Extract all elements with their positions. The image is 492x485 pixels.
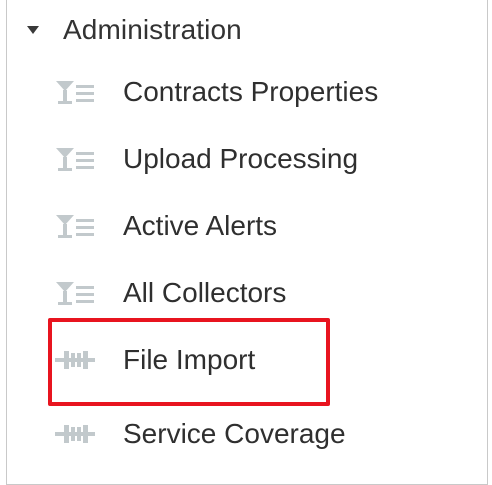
nav-item-label: Active Alerts <box>123 210 278 241</box>
report-list-icon <box>51 77 99 107</box>
section-title: Administration <box>63 14 242 45</box>
report-list-icon <box>51 144 99 174</box>
nav-item-label: Upload Processing <box>123 143 359 174</box>
caret-down-icon[interactable] <box>27 26 39 34</box>
highlight-annotation-box <box>48 318 330 406</box>
plugin-connector-icon <box>51 419 99 449</box>
nav-item-label: All Collectors <box>123 277 287 308</box>
report-list-icon <box>51 278 99 308</box>
navigation-panel: Administration Contracts Properties Uplo… <box>6 0 488 485</box>
nav-item-label: Service Coverage <box>123 418 346 449</box>
nav-item-active-alerts[interactable]: Active Alerts <box>51 204 277 248</box>
nav-item-upload-processing[interactable]: Upload Processing <box>51 137 358 181</box>
nav-item-all-collectors[interactable]: All Collectors <box>51 271 286 315</box>
nav-item-label: Contracts Properties <box>123 76 379 107</box>
nav-item-contracts-properties[interactable]: Contracts Properties <box>51 70 378 114</box>
nav-item-service-coverage[interactable]: Service Coverage <box>51 412 346 456</box>
administration-section-header[interactable]: Administration <box>23 10 242 50</box>
report-list-icon <box>51 211 99 241</box>
